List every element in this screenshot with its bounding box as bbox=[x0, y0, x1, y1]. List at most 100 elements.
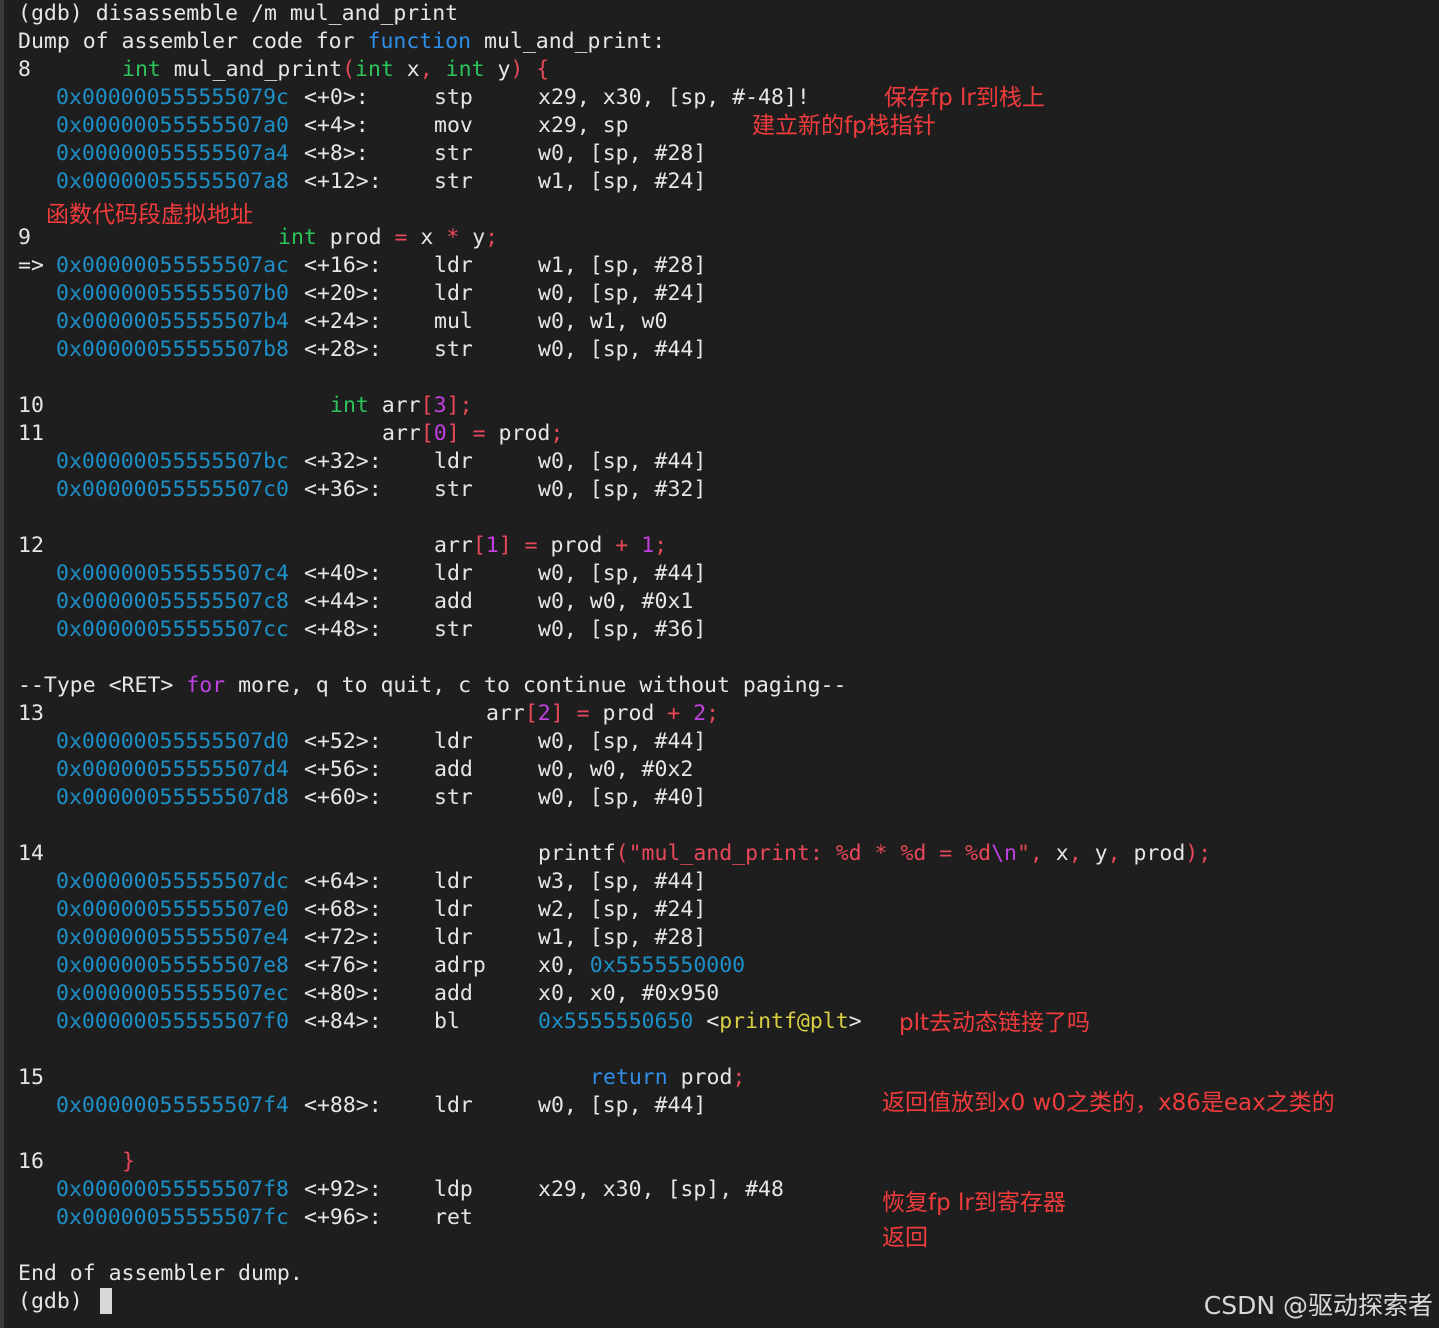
line-number: 15 bbox=[18, 1065, 44, 1090]
src-token: y bbox=[484, 57, 511, 82]
asm-address: 0x00000055555507f0 bbox=[56, 1009, 289, 1034]
asm-address: 0x00000055555507d0 bbox=[56, 729, 289, 754]
src-token: prod bbox=[667, 1065, 733, 1090]
asm-address: 0x00000055555507e0 bbox=[56, 897, 289, 922]
asm-offset: <+88>: bbox=[304, 1093, 382, 1118]
asm-symbol: printf@plt bbox=[719, 1009, 849, 1034]
asm-operands: w0, [sp, #40] bbox=[538, 785, 707, 810]
end-of-dump: End of assembler dump. bbox=[18, 1261, 303, 1286]
pager-text: more, q to quit, c to continue without p… bbox=[225, 673, 847, 698]
src-token: { bbox=[523, 57, 550, 82]
asm-opcode: str bbox=[434, 477, 473, 502]
asm-operands: x0, bbox=[538, 953, 590, 978]
asm-opcode: ldr bbox=[434, 253, 473, 278]
gdb-prompt: (gdb) bbox=[18, 1289, 96, 1314]
asm-opcode: ldr bbox=[434, 925, 473, 950]
gdb-command: disassemble /m mul_and_print bbox=[95, 1, 459, 26]
src-token: [ bbox=[420, 421, 434, 446]
pager-prompt[interactable]: --Type <RET> for more, q to quit, c to c… bbox=[18, 672, 846, 700]
source-line-15: 15 return prod; bbox=[18, 1064, 745, 1092]
src-token: ; bbox=[706, 701, 720, 726]
note-return-value: 返回值放到x0 w0之类的，x86是eax之类的 bbox=[882, 1090, 1335, 1116]
asm-operands: w0, [sp, #36] bbox=[538, 617, 707, 642]
asm-offset: <+60>: bbox=[304, 785, 382, 810]
asm-opcode: stp bbox=[434, 85, 473, 110]
src-token: prod bbox=[485, 421, 551, 446]
src-token: arr bbox=[434, 533, 473, 558]
asm-address: 0x00000055555507a8 bbox=[56, 169, 289, 194]
asm-offset: <+84>: bbox=[304, 1009, 382, 1034]
gdb-command-line: (gdb) disassemble /m mul_and_print bbox=[18, 0, 458, 28]
src-token: [ bbox=[420, 393, 434, 418]
asm-offset: <+72>: bbox=[304, 925, 382, 950]
src-token: , bbox=[1029, 841, 1043, 866]
asm-symbol-bracket: < bbox=[693, 1009, 720, 1034]
line-number: 13 bbox=[18, 701, 44, 726]
src-token bbox=[433, 57, 446, 82]
asm-offset: <+48>: bbox=[304, 617, 382, 642]
src-token: = bbox=[524, 533, 538, 558]
asm-offset: <+12>: bbox=[304, 169, 382, 194]
asm-opcode: str bbox=[434, 141, 473, 166]
asm-address: 0x00000055555507d4 bbox=[56, 757, 289, 782]
asm-operands: w1, [sp, #28] bbox=[538, 925, 707, 950]
src-token: printf bbox=[538, 841, 616, 866]
asm-operand-address: 0x5555550000 bbox=[589, 953, 746, 978]
asm-address: 0x00000055555507dc bbox=[56, 869, 289, 894]
src-token: \n bbox=[991, 841, 1017, 866]
asm-opcode: ldr bbox=[434, 281, 473, 306]
asm-opcode: ldr bbox=[434, 561, 473, 586]
asm-address: 0x00000055555507b4 bbox=[56, 309, 289, 334]
asm-address: 0x00000055555507d8 bbox=[56, 785, 289, 810]
src-token: int bbox=[355, 57, 394, 82]
pager-text: --Type <RET> bbox=[18, 673, 187, 698]
asm-offset: <+4>: bbox=[304, 113, 369, 138]
asm-address: 0x00000055555507c0 bbox=[56, 477, 289, 502]
src-token bbox=[512, 533, 525, 558]
line-number: 11 bbox=[18, 421, 44, 446]
terminal-window[interactable]: (gdb) disassemble /m mul_and_print Dump … bbox=[0, 0, 1439, 1328]
src-token: ; bbox=[485, 225, 499, 250]
asm-address: 0x00000055555507f8 bbox=[56, 1177, 289, 1202]
asm-opcode: mul bbox=[434, 309, 473, 334]
asm-opcode: str bbox=[434, 169, 473, 194]
src-token: + bbox=[667, 701, 681, 726]
asm-offset: <+64>: bbox=[304, 869, 382, 894]
asm-address: 0x000000555555079c bbox=[56, 85, 289, 110]
gdb-input-line[interactable]: (gdb) bbox=[18, 1288, 112, 1316]
src-token: ("mul_and_print: %d * %d = %d bbox=[615, 841, 992, 866]
src-token: int bbox=[278, 225, 317, 250]
asm-address: 0x00000055555507cc bbox=[56, 617, 289, 642]
gdb-prompt: (gdb) bbox=[18, 1, 83, 26]
text-cursor[interactable] bbox=[99, 1288, 112, 1314]
src-token: = bbox=[472, 421, 486, 446]
asm-operand-address: 0x5555550650 bbox=[538, 1009, 694, 1034]
asm-operands: w0, [sp, #44] bbox=[538, 729, 707, 754]
asm-operands: w0, w0, #0x1 bbox=[538, 589, 694, 614]
note-return: 返回 bbox=[882, 1225, 928, 1251]
asm-address: 0x00000055555507a0 bbox=[56, 113, 289, 138]
asm-operands: w0, [sp, #24] bbox=[538, 281, 707, 306]
src-token: 3 bbox=[433, 393, 447, 418]
asm-operands: w0, [sp, #32] bbox=[538, 477, 707, 502]
src-token: = bbox=[576, 701, 590, 726]
src-token: [ bbox=[472, 533, 486, 558]
line-number: 14 bbox=[18, 841, 44, 866]
asm-operands: x29, sp bbox=[538, 113, 629, 138]
asm-offset: <+92>: bbox=[304, 1177, 382, 1202]
src-token: 1 bbox=[485, 533, 499, 558]
src-token: arr bbox=[382, 421, 421, 446]
asm-offset: <+8>: bbox=[304, 141, 369, 166]
asm-offset: <+40>: bbox=[304, 561, 382, 586]
note-new-fp: 建立新的fp栈指针 bbox=[752, 113, 936, 139]
asm-opcode: str bbox=[434, 337, 473, 362]
asm-offset: <+44>: bbox=[304, 589, 382, 614]
asm-operands: w0, [sp, #44] bbox=[538, 337, 707, 362]
src-token: ]; bbox=[446, 393, 473, 418]
asm-opcode: bl bbox=[434, 1009, 460, 1034]
asm-address: 0x00000055555507a4 bbox=[56, 141, 289, 166]
asm-operands: w3, [sp, #44] bbox=[538, 869, 707, 894]
source-line-16: 16} bbox=[18, 1148, 135, 1176]
asm-operands: x0, x0, #0x950 bbox=[538, 981, 720, 1006]
src-token: ] bbox=[550, 701, 564, 726]
